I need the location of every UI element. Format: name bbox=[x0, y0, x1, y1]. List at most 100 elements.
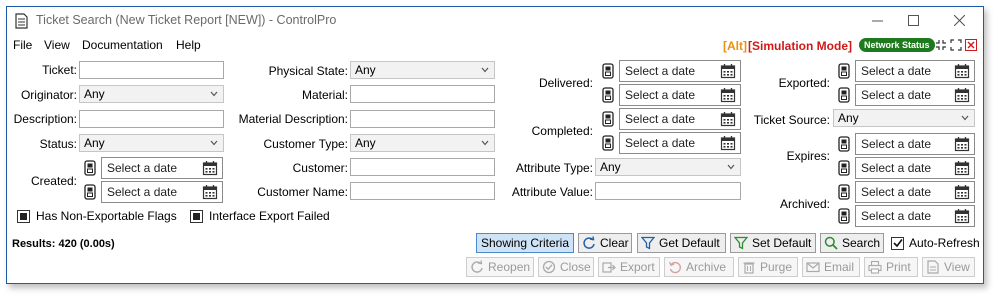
exported-from-value: Select a date bbox=[861, 64, 932, 78]
view-button[interactable]: View bbox=[922, 257, 975, 277]
reopen-button[interactable]: Reopen bbox=[466, 257, 534, 277]
menu-bar: File View Documentation Help [Alt] [Simu… bbox=[7, 37, 983, 55]
interface-export-failed-checkbox[interactable]: Interface Export Failed bbox=[190, 209, 330, 223]
email-button[interactable]: Email bbox=[802, 257, 860, 277]
ticket-source-select[interactable]: Any bbox=[833, 109, 975, 127]
delivered-from-toggle-icon[interactable] bbox=[602, 63, 614, 79]
calendar-icon[interactable] bbox=[954, 63, 970, 79]
checkbox-indeterminate-mark bbox=[20, 212, 27, 220]
clear-button[interactable]: Clear bbox=[578, 233, 632, 253]
network-status-badge[interactable]: Network Status bbox=[859, 38, 935, 52]
search-button[interactable]: Search bbox=[820, 233, 884, 253]
originator-select[interactable]: Any bbox=[79, 85, 224, 103]
archive-button[interactable]: Archive bbox=[664, 257, 734, 277]
expires-from-toggle-icon[interactable] bbox=[838, 136, 850, 152]
created-to-date[interactable]: Select a date bbox=[101, 181, 223, 203]
created-to-toggle-icon[interactable] bbox=[84, 184, 96, 200]
calendar-icon[interactable] bbox=[954, 160, 970, 176]
collapse-icon[interactable] bbox=[935, 39, 947, 51]
checkbox-indeterminate-mark bbox=[193, 212, 200, 220]
calendar-icon[interactable] bbox=[720, 63, 736, 79]
attribute-value-input[interactable] bbox=[595, 182, 741, 200]
description-label: Description: bbox=[13, 112, 77, 126]
menu-view[interactable]: View bbox=[44, 38, 70, 52]
delivered-from-date[interactable]: Select a date bbox=[619, 60, 741, 82]
material-description-label: Material Description: bbox=[238, 112, 348, 126]
ticket-source-value: Any bbox=[838, 111, 859, 125]
showing-criteria-button[interactable]: Showing Criteria bbox=[476, 233, 574, 253]
calendar-icon[interactable] bbox=[720, 135, 736, 151]
completed-from-date[interactable]: Select a date bbox=[619, 108, 741, 130]
check-circle-icon bbox=[542, 260, 556, 274]
menu-help[interactable]: Help bbox=[176, 38, 201, 52]
exported-to-toggle-icon[interactable] bbox=[838, 87, 850, 103]
material-input[interactable] bbox=[350, 85, 495, 103]
chevron-down-icon bbox=[481, 140, 489, 146]
attribute-value-label: Attribute Value: bbox=[511, 185, 593, 199]
customer-type-value: Any bbox=[355, 136, 376, 150]
non-exportable-flags-checkbox[interactable]: Has Non-Exportable Flags bbox=[17, 209, 177, 223]
menu-file[interactable]: File bbox=[13, 38, 32, 52]
customer-type-select[interactable]: Any bbox=[350, 134, 495, 152]
close-ticket-button[interactable]: Close bbox=[538, 257, 594, 277]
archived-from-value: Select a date bbox=[861, 185, 932, 199]
maximize-button[interactable] bbox=[893, 7, 933, 33]
archived-from-toggle-icon[interactable] bbox=[838, 184, 850, 200]
physical-state-select[interactable]: Any bbox=[350, 61, 495, 79]
menu-documentation[interactable]: Documentation bbox=[82, 38, 163, 52]
exported-to-date[interactable]: Select a date bbox=[855, 84, 975, 106]
customer-input[interactable] bbox=[350, 158, 495, 176]
calendar-icon[interactable] bbox=[202, 160, 218, 176]
minimize-button[interactable] bbox=[857, 7, 897, 33]
delivered-to-date[interactable]: Select a date bbox=[619, 84, 741, 106]
calendar-icon[interactable] bbox=[954, 184, 970, 200]
print-button[interactable]: Print bbox=[864, 257, 918, 277]
close-panel-icon[interactable] bbox=[965, 39, 977, 51]
fullscreen-icon[interactable] bbox=[950, 39, 962, 51]
completed-to-date[interactable]: Select a date bbox=[619, 132, 741, 154]
status-select[interactable]: Any bbox=[79, 134, 224, 152]
get-default-button[interactable]: Get Default bbox=[637, 233, 726, 253]
expires-to-date[interactable]: Select a date bbox=[855, 157, 975, 179]
export-button[interactable]: Export bbox=[598, 257, 660, 277]
created-from-toggle-icon[interactable] bbox=[84, 160, 96, 176]
calendar-icon[interactable] bbox=[954, 87, 970, 103]
purge-button[interactable]: Purge bbox=[738, 257, 798, 277]
checkbox-box bbox=[17, 209, 30, 223]
close-window-button[interactable] bbox=[939, 7, 979, 33]
attribute-type-select[interactable]: Any bbox=[595, 158, 741, 176]
set-default-button[interactable]: Set Default bbox=[730, 233, 816, 253]
delivered-to-toggle-icon[interactable] bbox=[602, 87, 614, 103]
printer-icon bbox=[868, 260, 882, 274]
created-from-date[interactable]: Select a date bbox=[101, 157, 223, 179]
calendar-icon[interactable] bbox=[954, 136, 970, 152]
refresh-icon bbox=[583, 236, 595, 249]
completed-from-toggle-icon[interactable] bbox=[602, 111, 614, 127]
description-input[interactable] bbox=[79, 110, 224, 128]
calendar-icon[interactable] bbox=[720, 111, 736, 127]
material-description-input[interactable] bbox=[350, 110, 495, 128]
expires-to-toggle-icon[interactable] bbox=[838, 160, 850, 176]
window-title: Ticket Search (New Ticket Report [NEW]) … bbox=[36, 13, 337, 27]
checkbox-box bbox=[891, 236, 904, 250]
archived-from-date[interactable]: Select a date bbox=[855, 181, 975, 203]
showing-criteria-label: Showing Criteria bbox=[480, 236, 570, 250]
exported-from-date[interactable]: Select a date bbox=[855, 60, 975, 82]
exported-from-toggle-icon[interactable] bbox=[838, 63, 850, 79]
calendar-icon[interactable] bbox=[202, 184, 218, 200]
purge-label: Purge bbox=[760, 260, 793, 274]
archived-to-date[interactable]: Select a date bbox=[855, 205, 975, 227]
calendar-icon[interactable] bbox=[720, 87, 736, 103]
completed-label: Completed: bbox=[531, 124, 593, 138]
auto-refresh-checkbox[interactable]: Auto-Refresh bbox=[891, 236, 980, 250]
archived-to-toggle-icon[interactable] bbox=[838, 208, 850, 224]
calendar-icon[interactable] bbox=[954, 208, 970, 224]
expires-from-date[interactable]: Select a date bbox=[855, 133, 975, 155]
close-ticket-label: Close bbox=[560, 260, 591, 274]
customer-name-input[interactable] bbox=[350, 182, 495, 200]
email-label: Email bbox=[824, 260, 855, 274]
chevron-down-icon bbox=[481, 67, 489, 73]
completed-to-toggle-icon[interactable] bbox=[602, 135, 614, 151]
archive-label: Archive bbox=[686, 260, 727, 274]
ticket-input[interactable] bbox=[79, 61, 224, 79]
